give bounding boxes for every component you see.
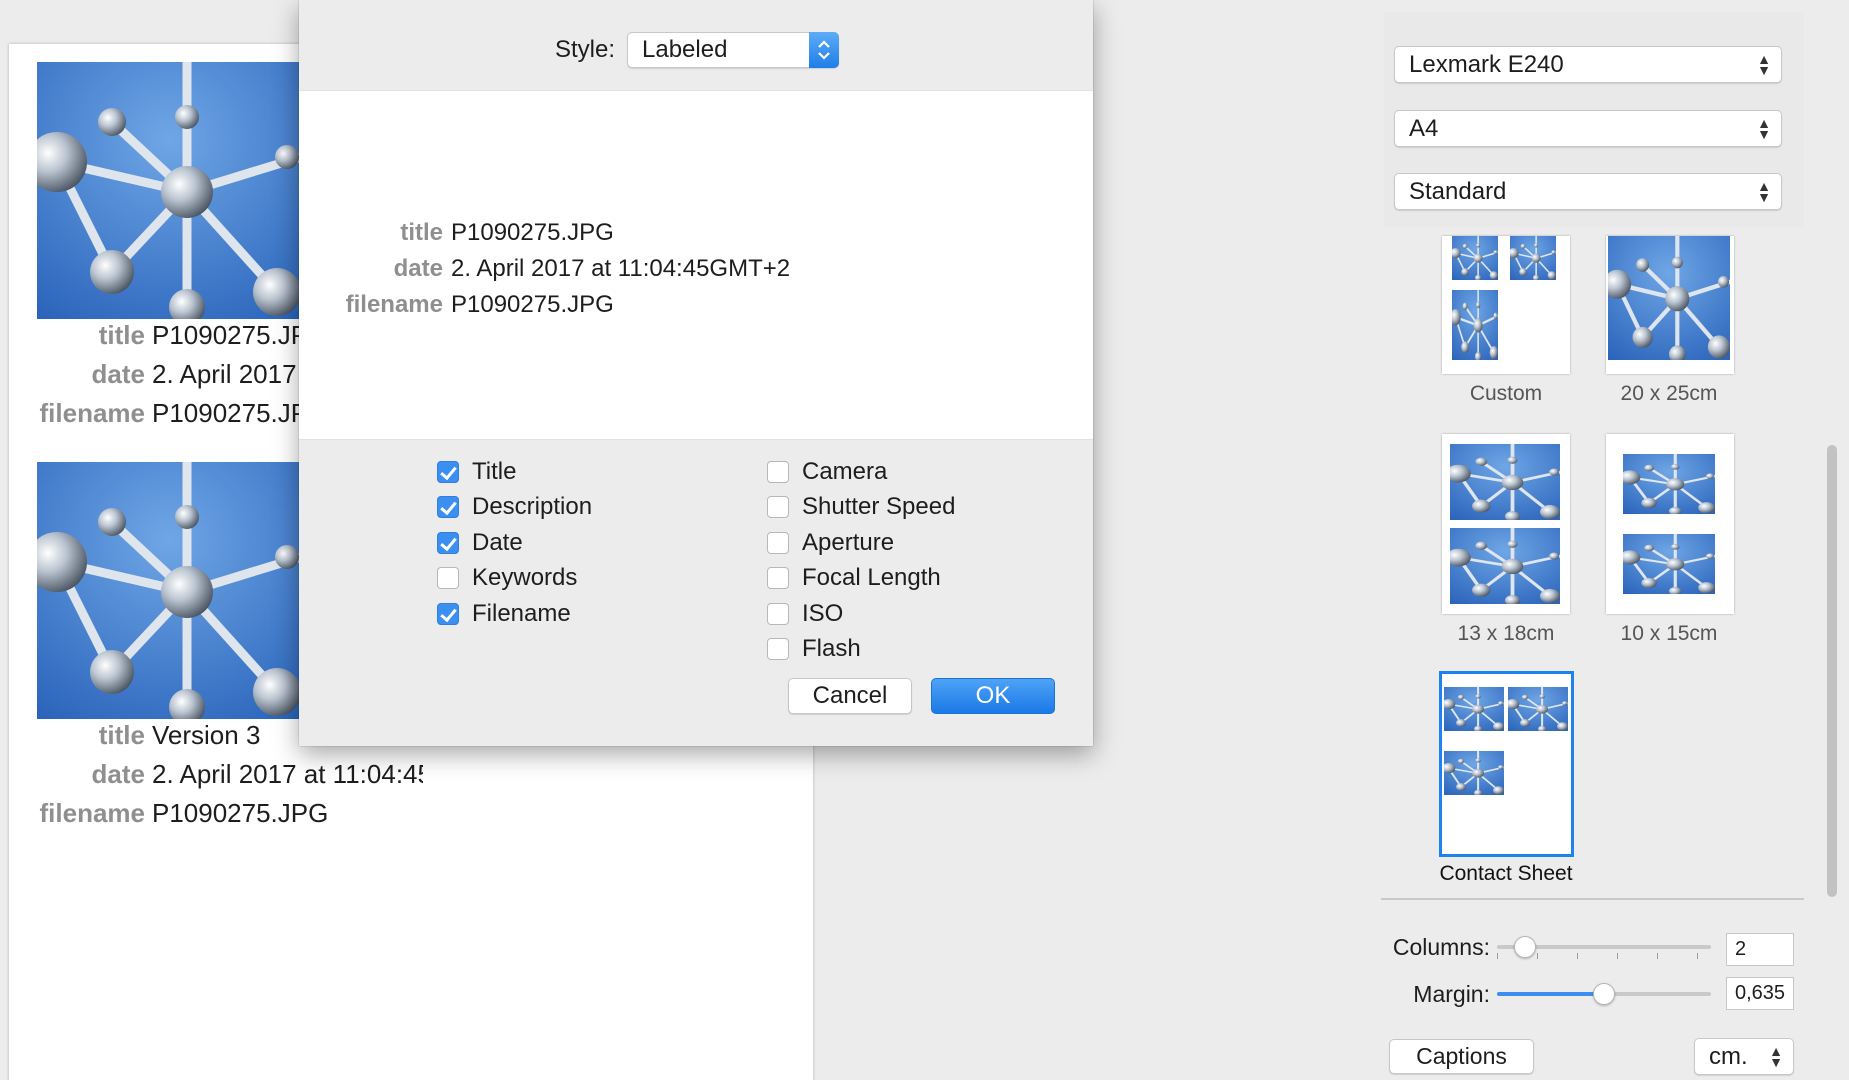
layout-label: 13 x 18cm: [1457, 622, 1555, 645]
checkbox-flash[interactable]: Flash: [767, 632, 955, 668]
chevron-updown-icon: ▲ ▼: [1769, 1042, 1783, 1070]
layout-label: 20 x 25cm: [1620, 382, 1718, 405]
checkbox-checked[interactable]: [437, 460, 459, 483]
units-value: cm.: [1709, 1042, 1748, 1070]
layout-label: Contact Sheet: [1439, 862, 1573, 885]
chevron-updown-icon: ▲ ▼: [1757, 114, 1771, 142]
checkbox-unchecked[interactable]: [767, 496, 789, 519]
sample-filename-value: P1090275.JPG: [451, 291, 614, 318]
margin-slider-knob[interactable]: [1593, 983, 1615, 1005]
style-value: Labeled: [642, 36, 728, 63]
caption-filename-label: filename: [39, 398, 146, 428]
margin-label: Margin:: [1413, 981, 1490, 1007]
atomium-photo: [37, 62, 301, 319]
caption-date-label: date: [91, 759, 145, 789]
checkbox-column-right: Camera Shutter Speed Aperture Focal Leng…: [767, 454, 955, 667]
layout-13x18[interactable]: [1442, 434, 1570, 614]
checkbox-unchecked[interactable]: [437, 567, 459, 590]
sample-filename-label: filename: [345, 291, 443, 318]
atomium-photo: [37, 462, 301, 719]
checkbox-focal-length[interactable]: Focal Length: [767, 561, 955, 597]
printer-popup[interactable]: Lexmark E240 ▲ ▼: [1394, 46, 1782, 83]
layout-contact-sheet[interactable]: [1439, 671, 1574, 857]
checkbox-keywords[interactable]: Keywords: [437, 561, 592, 597]
checkbox-unchecked[interactable]: [767, 460, 789, 483]
sample-date-label: date: [393, 255, 443, 282]
checkbox-label: Keywords: [472, 564, 578, 592]
checkbox-label: Camera: [802, 457, 888, 485]
checkbox-description[interactable]: Description: [437, 490, 592, 526]
cancel-button[interactable]: Cancel: [788, 678, 912, 714]
checkbox-label: Shutter Speed: [802, 493, 956, 521]
checkbox-label: Aperture: [802, 528, 895, 556]
checkbox-checked[interactable]: [437, 496, 459, 519]
checkbox-shutter-speed[interactable]: Shutter Speed: [767, 490, 955, 526]
layout-10x15[interactable]: [1606, 434, 1734, 614]
margin-slider-fill: [1497, 992, 1604, 996]
sample-caption: title P1090275.JPG date 2. April 2017 at 1…: [339, 215, 790, 323]
checkbox-unchecked[interactable]: [767, 531, 789, 554]
caption-title-label: title: [98, 720, 145, 750]
quality-value: Standard: [1409, 177, 1507, 205]
checkbox-column-left: Title Description Date Keywords Filename: [437, 454, 592, 632]
checkbox-date[interactable]: Date: [437, 525, 592, 561]
caption-title-value: Version 3: [152, 720, 261, 750]
caption-filename-label: filename: [39, 798, 146, 828]
checkbox-label: ISO: [802, 599, 844, 627]
chevron-updown-icon: ▲ ▼: [1757, 177, 1771, 205]
checkbox-unchecked[interactable]: [767, 602, 789, 625]
caption-style-sheet: Style: Labeled title P1090275.JPG date 2. …: [299, 0, 1093, 746]
checkbox-label: Description: [472, 493, 593, 521]
layout-20x25[interactable]: [1606, 236, 1734, 374]
chevron-updown-icon: ▲ ▼: [1757, 50, 1771, 78]
checkbox-filename[interactable]: Filename: [437, 596, 592, 632]
caption-filename-value: P1090275.JPG: [152, 798, 329, 828]
printer-value: Lexmark E240: [1409, 50, 1564, 78]
sample-date-value: 2. April 2017 at 11:04:45GMT+2: [451, 255, 791, 282]
ok-button[interactable]: OK: [931, 678, 1055, 714]
photo-2[interactable]: [37, 462, 301, 719]
sample-title-value: P1090275.JPG: [451, 219, 614, 246]
checkbox-label: Flash: [802, 635, 861, 663]
caption-date-value: 2. April 2017 at 11:04:45GMT+2: [152, 759, 423, 789]
layout-label: Custom: [1469, 382, 1543, 405]
checkbox-label: Filename: [472, 599, 571, 627]
columns-slider-knob[interactable]: [1513, 936, 1536, 958]
chevron-updown-icon: [809, 32, 839, 68]
caption-date-label: date: [91, 359, 145, 389]
checkbox-label: Date: [472, 528, 523, 556]
columns-label: Columns:: [1392, 934, 1490, 960]
checkbox-iso[interactable]: ISO: [767, 596, 955, 632]
checkbox-checked[interactable]: [437, 531, 459, 554]
checkbox-unchecked[interactable]: [767, 567, 789, 590]
sheet-header: Style: Labeled: [299, 0, 1093, 90]
captions-button[interactable]: Captions: [1389, 1039, 1534, 1074]
checkbox-label: Title: [472, 457, 517, 485]
columns-field[interactable]: 2: [1726, 933, 1794, 966]
quality-popup[interactable]: Standard ▲ ▼: [1394, 173, 1782, 210]
margin-field[interactable]: 0,635: [1726, 977, 1794, 1010]
checkbox-label: Focal Length: [802, 564, 941, 592]
style-label: Style:: [555, 36, 616, 63]
checkbox-aperture[interactable]: Aperture: [767, 525, 955, 561]
layout-label: 10 x 15cm: [1620, 622, 1718, 645]
caption-title-label: title: [98, 320, 145, 350]
checkbox-unchecked[interactable]: [767, 638, 789, 661]
caption-style-preview: title P1090275.JPG date 2. April 2017 at 1…: [299, 90, 1093, 440]
checkbox-title[interactable]: Title: [437, 454, 592, 490]
layout-custom[interactable]: [1442, 236, 1570, 374]
photo-1[interactable]: [37, 62, 301, 319]
units-popup[interactable]: cm. ▲ ▼: [1694, 1038, 1794, 1075]
paper-size-value: A4: [1409, 114, 1439, 142]
paper-size-popup[interactable]: A4 ▲ ▼: [1394, 110, 1782, 147]
divider: [1381, 898, 1804, 900]
checkbox-checked[interactable]: [437, 602, 459, 625]
sample-title-label: title: [400, 219, 443, 246]
layout-scrollbar[interactable]: [1827, 445, 1837, 897]
style-popup[interactable]: Labeled: [627, 32, 839, 68]
checkbox-camera[interactable]: Camera: [767, 454, 955, 490]
